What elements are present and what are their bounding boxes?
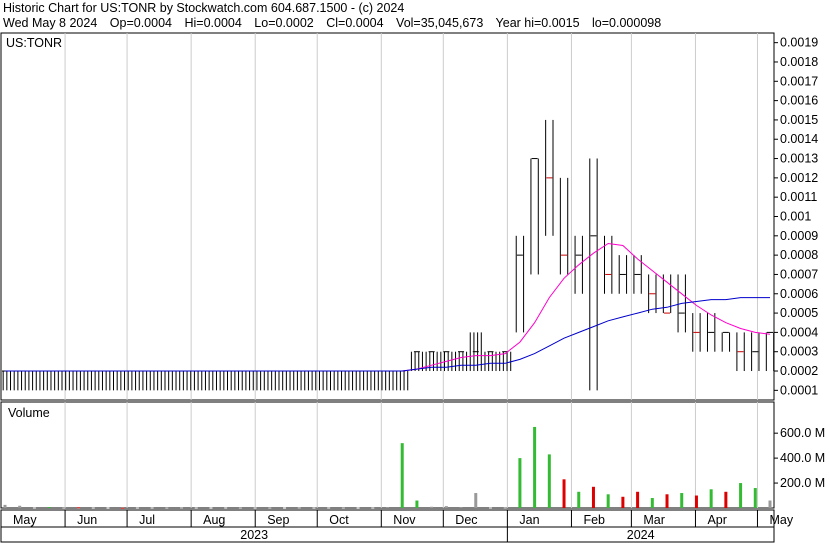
volume-bar xyxy=(444,506,448,508)
volume-bar xyxy=(312,507,316,509)
price-tick-label: 0.001 xyxy=(780,210,811,224)
month-tick-label: Oct xyxy=(329,513,349,527)
month-tick-label: May xyxy=(13,513,37,527)
price-panel-label: US:TONR xyxy=(6,36,62,50)
month-tick-label: Jan xyxy=(519,513,539,527)
volume-bar xyxy=(621,496,625,508)
volume-bar xyxy=(753,488,757,508)
volume-bar xyxy=(430,506,434,508)
volume-bar xyxy=(327,507,331,509)
volume-bar xyxy=(636,491,640,508)
volume-bar xyxy=(106,507,110,509)
stock-chart: May Jun Jul Aug Sep Oct Nov Dec Jan Feb Mar Apr May 2… xyxy=(0,32,825,543)
volume-bar xyxy=(3,504,7,508)
volume-bar xyxy=(562,479,566,508)
volume-bar xyxy=(77,507,81,509)
volume-bar xyxy=(165,507,169,509)
volume-tick-label: 200.0 M xyxy=(780,476,825,490)
volume-bar xyxy=(194,507,198,509)
price-tick-label: 0.0012 xyxy=(780,171,818,185)
volume-bar xyxy=(224,507,228,509)
volume-bar xyxy=(253,507,257,509)
volume-bar xyxy=(459,507,463,509)
price-tick-label: 0.0005 xyxy=(780,306,818,320)
volume-bar xyxy=(503,507,507,509)
volume-bar xyxy=(283,507,287,509)
price-tick-label: 0.0015 xyxy=(780,113,818,127)
volume-bar xyxy=(415,500,419,508)
volume-bar xyxy=(268,507,272,509)
volume-bar xyxy=(650,498,654,508)
volume-bar xyxy=(680,493,684,508)
month-tick-label: Aug xyxy=(203,513,225,527)
volume-bar xyxy=(356,507,360,509)
volume-bar xyxy=(47,507,51,509)
price-tick-label: 0.0013 xyxy=(780,152,818,166)
price-tick-label: 0.0002 xyxy=(780,364,818,378)
month-tick-label: Mar xyxy=(643,513,665,527)
volume-bar xyxy=(386,507,389,509)
volume-panel-label: Volume xyxy=(8,406,50,420)
volume-bar xyxy=(400,443,404,508)
volume-bar xyxy=(91,507,95,509)
volume-bar xyxy=(694,495,698,508)
price-tick-label: 0.0018 xyxy=(780,55,818,69)
volume-bar xyxy=(709,489,713,508)
volume-bar xyxy=(518,458,522,508)
volume-bar xyxy=(121,507,125,509)
volume-tick-label: 600.0 M xyxy=(780,426,825,440)
volume-bar xyxy=(577,491,581,508)
long-moving-average-line xyxy=(5,297,770,372)
volume-bar xyxy=(297,507,301,509)
year-label: 2023 xyxy=(240,528,268,542)
volume-bar xyxy=(665,494,669,508)
year-axis-frame xyxy=(0,526,775,543)
price-tick-label: 0.0016 xyxy=(780,94,818,108)
volume-bar xyxy=(371,507,375,509)
price-tick-label: 0.0006 xyxy=(780,287,818,301)
volume-bar xyxy=(238,507,242,509)
volume-bar xyxy=(209,507,213,509)
short-moving-average-line xyxy=(5,242,771,372)
month-tick-label: Jun xyxy=(77,513,97,527)
volume-tick-label: 400.0 M xyxy=(780,451,825,465)
volume-bar xyxy=(32,507,36,509)
volume-bar xyxy=(533,426,537,508)
volume-bar xyxy=(18,505,22,508)
price-panel-frame xyxy=(0,32,775,401)
volume-bar xyxy=(180,507,184,509)
month-tick-label: Jul xyxy=(139,513,155,527)
price-tick-label: 0.0008 xyxy=(780,248,818,262)
month-tick-label: Dec xyxy=(455,513,477,527)
price-tick-label: 0.0003 xyxy=(780,345,818,359)
year-label: 2024 xyxy=(627,528,655,542)
price-tick-label: 0.0017 xyxy=(780,74,818,88)
volume-bar xyxy=(150,507,154,509)
price-tick-label: 0.0004 xyxy=(780,325,818,339)
price-tick-label: 0.0019 xyxy=(780,36,818,50)
month-tick-label: Sep xyxy=(267,513,289,527)
month-tick-label: Nov xyxy=(393,513,416,527)
volume-bar xyxy=(591,486,595,508)
month-tick-label: Feb xyxy=(583,513,605,527)
price-tick-label: 0.0007 xyxy=(780,267,818,281)
volume-bar xyxy=(768,500,772,508)
volume-bar xyxy=(488,507,492,509)
volume-bar xyxy=(606,494,610,508)
month-tick-label: Apr xyxy=(707,513,726,527)
price-tick-label: 0.0011 xyxy=(780,190,817,204)
month-tick-label: May xyxy=(769,513,793,527)
price-tick-label: 0.0014 xyxy=(780,132,818,146)
volume-bar xyxy=(724,491,728,508)
price-tick-label: 0.0009 xyxy=(780,229,818,243)
volume-bar xyxy=(341,507,345,509)
volume-bar xyxy=(739,483,743,508)
volume-bar xyxy=(474,493,478,508)
volume-panel-frame xyxy=(0,401,775,509)
volume-bar xyxy=(547,454,551,508)
price-tick-label: 0.0001 xyxy=(780,383,818,397)
volume-bar xyxy=(135,507,139,509)
volume-bar xyxy=(62,507,66,509)
